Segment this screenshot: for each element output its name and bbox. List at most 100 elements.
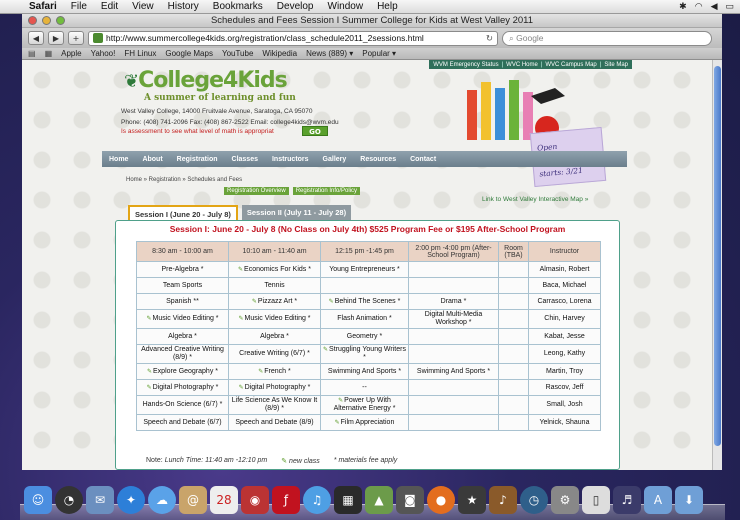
- flash-icon[interactable]: ƒ: [272, 486, 300, 514]
- nav-instructors[interactable]: Instructors: [265, 156, 316, 163]
- camera-icon[interactable]: ◙: [396, 486, 424, 514]
- top-link[interactable]: WVC Home: [506, 62, 538, 68]
- applications-folder-icon[interactable]: A: [644, 486, 672, 514]
- crayon-new-icon: ✎: [281, 458, 288, 465]
- back-icon[interactable]: ◀: [28, 31, 44, 45]
- menu-edit[interactable]: Edit: [94, 1, 125, 12]
- table-cell: Rascov, Jeff: [528, 379, 601, 396]
- preview-icon[interactable]: ▯: [582, 486, 610, 514]
- bookmark-item[interactable]: Apple: [61, 49, 81, 58]
- top-sites-icon[interactable]: ▦: [45, 49, 53, 58]
- top-link[interactable]: WVC Campus Map: [545, 62, 596, 68]
- imovie-icon[interactable]: ★: [458, 486, 486, 514]
- nav-resources[interactable]: Resources: [353, 156, 403, 163]
- volume-icon[interactable]: ◀: [711, 1, 718, 12]
- close-button[interactable]: [28, 16, 37, 25]
- table-cell: ✎Music Video Editing *: [136, 309, 229, 329]
- forward-icon[interactable]: ▶: [48, 31, 64, 45]
- menu-bookmarks[interactable]: Bookmarks: [206, 1, 270, 12]
- system-preferences-icon[interactable]: ⚙: [551, 486, 579, 514]
- table-row: Advanced Creative Writing (8/9) * Creativ…: [136, 344, 601, 364]
- iphoto-icon[interactable]: ▲: [365, 486, 393, 514]
- nav-registration[interactable]: Registration: [170, 156, 225, 163]
- session-title: Session I: June 20 - July 8 (No Class on…: [169, 224, 566, 234]
- menu-file[interactable]: File: [64, 1, 94, 12]
- reload-icon[interactable]: ↻: [486, 33, 493, 44]
- nav-gallery[interactable]: Gallery: [316, 156, 354, 163]
- site-logo[interactable]: ❦College4Kids: [124, 68, 288, 93]
- search-field[interactable]: ⌕ Google: [502, 30, 712, 46]
- photo-booth-icon[interactable]: ◉: [241, 486, 269, 514]
- top-link[interactable]: Site Map: [604, 62, 628, 68]
- address-block: West Valley College, 14000 Fruitvale Ave…: [121, 108, 339, 126]
- table-cell: Team Sports: [136, 277, 229, 294]
- table-cell: Advanced Creative Writing (8/9) *: [136, 344, 229, 364]
- schedule-legend: Note: Lunch Time: 11:40 am -12:10 pm ✎ n…: [146, 457, 397, 465]
- nav-classes[interactable]: Classes: [225, 156, 265, 163]
- downloads-folder-icon[interactable]: ⬇: [675, 486, 703, 514]
- vertical-scrollbar[interactable]: [712, 60, 722, 470]
- zoom-button[interactable]: [56, 16, 65, 25]
- table-cell: Algebra *: [136, 328, 229, 345]
- mail-stamp-icon[interactable]: ✉: [86, 486, 114, 514]
- bookmark-book-icon[interactable]: ▤: [28, 49, 36, 58]
- bookmark-item[interactable]: News (889) ▾: [306, 49, 353, 58]
- garageband-icon[interactable]: ♪: [489, 486, 517, 514]
- wifi-icon[interactable]: ◠: [695, 1, 703, 12]
- minimize-button[interactable]: [42, 16, 51, 25]
- menu-app[interactable]: Safari: [22, 1, 64, 12]
- column-header: 12:15 pm -1:45 pm: [320, 241, 409, 262]
- nav-home[interactable]: Home: [102, 156, 135, 163]
- breadcrumb[interactable]: Home » Registration » Schedules and Fees: [126, 177, 242, 183]
- nav-contact[interactable]: Contact: [403, 156, 443, 163]
- table-cell: ✎Pizzazz Art *: [228, 293, 321, 310]
- window-titlebar: Schedules and Fees Session I Summer Coll…: [22, 14, 722, 28]
- menu-window[interactable]: Window: [321, 1, 371, 12]
- menu-help[interactable]: Help: [370, 1, 405, 12]
- address-bar[interactable]: http://www.summercollege4kids.org/regist…: [88, 30, 498, 46]
- registration-overview-link[interactable]: Registration Overview: [224, 187, 289, 195]
- audio-icon[interactable]: ♬: [613, 486, 641, 514]
- go-button[interactable]: GO: [302, 126, 328, 136]
- bookmark-item[interactable]: Yahoo!: [91, 49, 116, 58]
- table-cell: Hands-On Science (6/7) *: [136, 395, 229, 415]
- column-header: Room (TBA): [498, 241, 529, 262]
- ical-icon[interactable]: 28: [210, 486, 238, 514]
- table-cell: [498, 309, 529, 329]
- registration-policy-link[interactable]: Registration Info/Policy: [292, 187, 361, 195]
- nav-about[interactable]: About: [135, 156, 169, 163]
- table-cell: [320, 277, 409, 294]
- table-cell: --: [320, 379, 409, 396]
- schedule-panel: Session I: June 20 - July 8 (No Class on…: [115, 220, 620, 470]
- bookmark-item[interactable]: FH Linux: [124, 49, 156, 58]
- safari-icon[interactable]: ✦: [117, 486, 145, 514]
- table-row: Team Sports Tennis Baca, Michael: [136, 277, 601, 294]
- site-page: WVM Emergency Status | WVC Home | WVC Camp…: [102, 60, 632, 470]
- top-link[interactable]: WVM Emergency Status: [433, 62, 498, 68]
- bookmark-item[interactable]: Popular ▾: [362, 49, 396, 58]
- registration-pills: Registration Overview Registration Info/…: [224, 187, 361, 195]
- bluetooth-icon[interactable]: ✱: [679, 1, 687, 12]
- menu-develop[interactable]: Develop: [270, 1, 321, 12]
- time-machine-icon[interactable]: ◷: [520, 486, 548, 514]
- menu-view[interactable]: View: [125, 1, 161, 12]
- film-icon[interactable]: ▦: [334, 486, 362, 514]
- menu-history[interactable]: History: [161, 1, 206, 12]
- bookmark-item[interactable]: Wikipedia: [262, 49, 297, 58]
- bookmark-item[interactable]: YouTube: [222, 49, 253, 58]
- dashboard-icon[interactable]: ◔: [55, 486, 83, 514]
- firefox-icon[interactable]: ●: [427, 486, 455, 514]
- address-book-icon[interactable]: @: [179, 486, 207, 514]
- table-cell: [498, 328, 529, 345]
- table-row: Pre-Algebra * ✎Economics For Kids * Young …: [136, 261, 601, 278]
- battery-icon[interactable]: ▭: [725, 1, 734, 12]
- table-cell: ✎Economics For Kids *: [228, 261, 321, 278]
- main-nav: Home About Registration Classes Instruct…: [102, 151, 627, 167]
- add-bookmark-icon[interactable]: +: [68, 31, 84, 45]
- scroll-thumb[interactable]: [714, 66, 721, 446]
- interactive-map-link[interactable]: Link to West Valley Interactive Map »: [482, 196, 588, 203]
- itunes-icon[interactable]: ♫: [303, 486, 331, 514]
- bookmark-item[interactable]: Google Maps: [165, 49, 213, 58]
- finder-icon[interactable]: ☺: [24, 486, 52, 514]
- ichat-icon[interactable]: ☁: [148, 486, 176, 514]
